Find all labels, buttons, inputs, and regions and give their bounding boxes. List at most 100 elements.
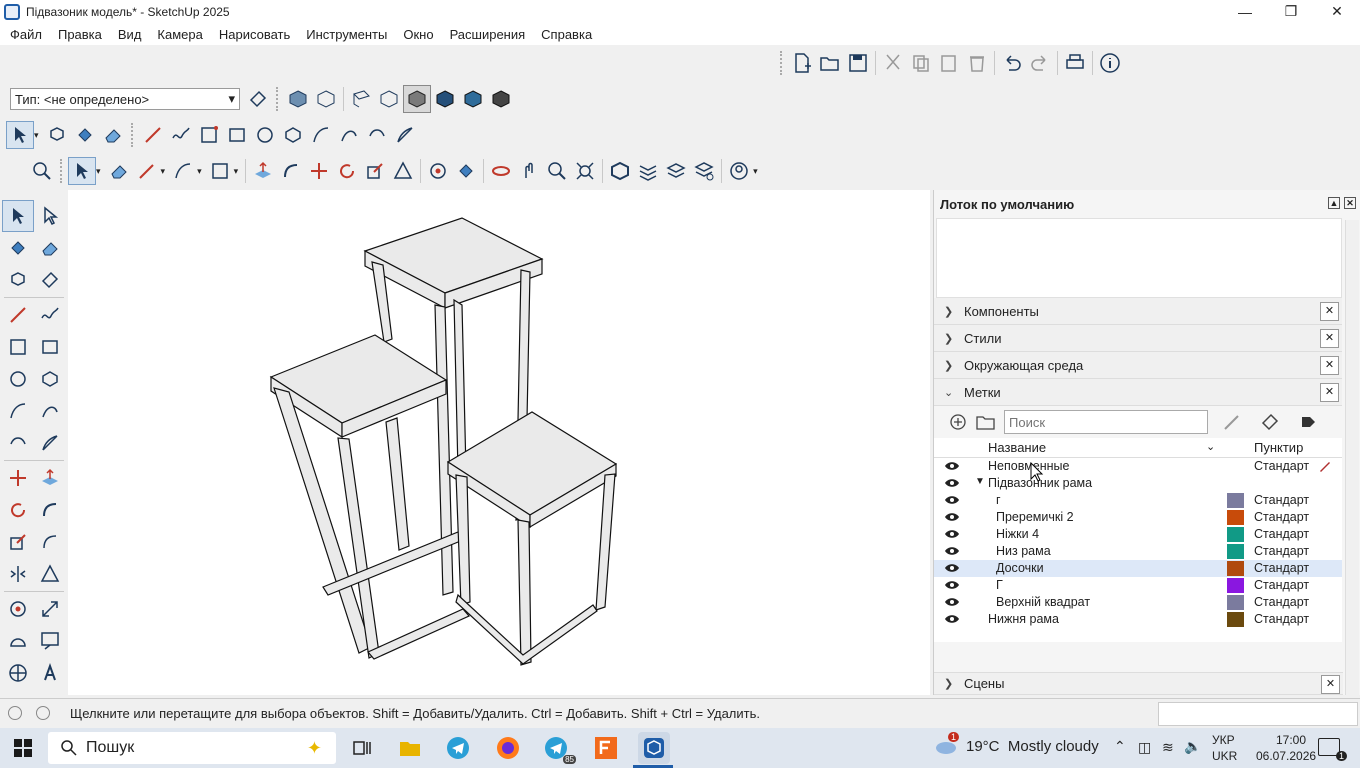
rectangle-icon[interactable] [195,121,223,149]
telegram-desktop-icon[interactable]: 85 [540,732,576,764]
delete-icon[interactable] [963,49,991,77]
polygon-tool-icon[interactable] [34,363,66,395]
rotate-icon[interactable] [333,157,361,185]
eraser-tool-left-icon[interactable] [34,232,66,264]
paint-bucket-tool-icon[interactable] [2,232,34,264]
rectangle-tool-icon[interactable] [2,331,34,363]
shape-tool-icon[interactable] [206,157,234,185]
two-point-arc-icon[interactable] [335,121,363,149]
offset-icon[interactable] [389,157,417,185]
line-tool-icon[interactable] [139,121,167,149]
pencil-icon[interactable] [1318,459,1332,473]
section-scenes[interactable]: ❯ Сцены ✕ [934,672,1343,695]
eye-icon[interactable] [944,510,960,524]
menu-draw[interactable]: Нарисовать [211,27,298,42]
menu-edit[interactable]: Правка [50,27,110,42]
tags-search-input[interactable] [1004,410,1208,434]
line-icon[interactable] [2,299,34,331]
col-dash-header[interactable]: Пунктир [1254,440,1303,455]
close-icon[interactable]: ✕ [1321,675,1340,694]
close-button[interactable]: ✕ [1314,0,1360,23]
tag-color-swatch[interactable] [1227,510,1244,525]
orbit-icon[interactable] [487,157,515,185]
network-icon[interactable]: ◫ [1138,739,1151,756]
triangle-down-icon[interactable]: ▼ [975,476,985,487]
freehand-tool-icon[interactable] [34,299,66,331]
copy-icon[interactable] [907,49,935,77]
zoom-tool-icon[interactable] [543,157,571,185]
eye-icon[interactable] [944,578,960,592]
chevron-up-icon[interactable]: ⌃ [1114,738,1126,755]
tag-row[interactable]: Преремичкі 2 Стандарт [934,509,1342,526]
axes-icon[interactable] [2,657,34,689]
lasso-icon[interactable] [34,200,66,232]
iso-view-icon[interactable] [284,85,312,113]
three-point-arc-icon[interactable] [363,121,391,149]
paint-icon[interactable] [452,157,480,185]
close-icon[interactable]: ✕ [1320,356,1339,375]
section-environment[interactable]: ❯ Окружающая среда ✕ [934,352,1342,379]
dimension-icon[interactable] [34,593,66,625]
menu-window[interactable]: Окно [395,27,441,42]
3d-text-icon[interactable] [34,657,66,689]
move-left-icon[interactable] [2,462,34,494]
select-icon[interactable] [2,200,34,232]
redo-icon[interactable] [1026,49,1054,77]
protractor-icon[interactable] [2,625,34,657]
tag-folder-row[interactable]: ▼ Підвазонник рама [934,475,1342,492]
geo-location-icon[interactable] [8,706,22,720]
eye-icon[interactable] [944,459,960,473]
tray-scrollbar[interactable] [1345,220,1359,695]
tag-color-swatch[interactable] [1227,493,1244,508]
extension-manager-icon[interactable] [690,157,718,185]
make-component-icon[interactable] [2,264,34,296]
telegram-icon[interactable] [442,732,474,764]
pin-icon[interactable]: ▲ [1328,197,1340,209]
warehouse-icon[interactable] [606,157,634,185]
section-components[interactable]: ❯ Компоненты ✕ [934,298,1342,325]
tag-color-swatch[interactable] [1227,612,1244,627]
component-icon[interactable] [43,121,71,149]
tag-row-selected[interactable]: Досочки Стандарт [934,560,1342,577]
zoom-icon[interactable] [28,157,56,185]
taskbar-search[interactable]: Пошук ✦ [48,732,336,764]
language-indicator[interactable]: УКР UKR [1212,732,1237,764]
cut-icon[interactable] [879,49,907,77]
tape-measure-icon[interactable] [424,157,452,185]
freehand-icon[interactable] [167,121,195,149]
three-point-arc-left-icon[interactable] [2,427,34,459]
tag-selector-dropdown[interactable]: Тип: <не определено> ▾ [10,88,240,110]
top-view-icon[interactable] [312,85,340,113]
pan-icon[interactable] [515,157,543,185]
select-tool-icon[interactable] [6,121,34,149]
fusion-icon[interactable] [590,732,622,764]
close-tray-icon[interactable]: ✕ [1344,197,1356,209]
pencil-icon[interactable] [133,157,161,185]
position-camera-icon[interactable] [34,558,66,590]
eye-icon[interactable] [944,493,960,507]
close-icon[interactable]: ✕ [1320,383,1339,402]
notifications-icon[interactable]: 1 [1318,738,1347,761]
volume-icon[interactable]: 🔈 [1184,738,1201,755]
circle-icon[interactable] [251,121,279,149]
scale-icon[interactable] [361,157,389,185]
tag-row[interactable]: Ніжки 4 Стандарт [934,526,1342,543]
pie-left-icon[interactable] [34,427,66,459]
close-icon[interactable]: ✕ [1320,329,1339,348]
task-view-icon[interactable] [346,732,378,764]
xray-style-icon[interactable] [347,85,375,113]
rotated-rectangle-icon[interactable] [223,121,251,149]
tag-row[interactable]: Нижня рама Стандарт [934,611,1342,628]
tag-row[interactable]: Верхній квадрат Стандарт [934,594,1342,611]
extension-warehouse-icon[interactable] [634,157,662,185]
eraser-tool-icon[interactable] [105,157,133,185]
eye-icon[interactable] [944,595,960,609]
move-icon[interactable] [305,157,333,185]
text-tool-icon[interactable] [34,625,66,657]
credits-icon[interactable] [36,706,50,720]
open-folder-icon[interactable] [816,49,844,77]
tag-color-swatch[interactable] [1227,578,1244,593]
tag-row[interactable]: Низ рама Стандарт [934,543,1342,560]
eye-icon[interactable] [944,476,960,490]
print-icon[interactable] [1061,49,1089,77]
